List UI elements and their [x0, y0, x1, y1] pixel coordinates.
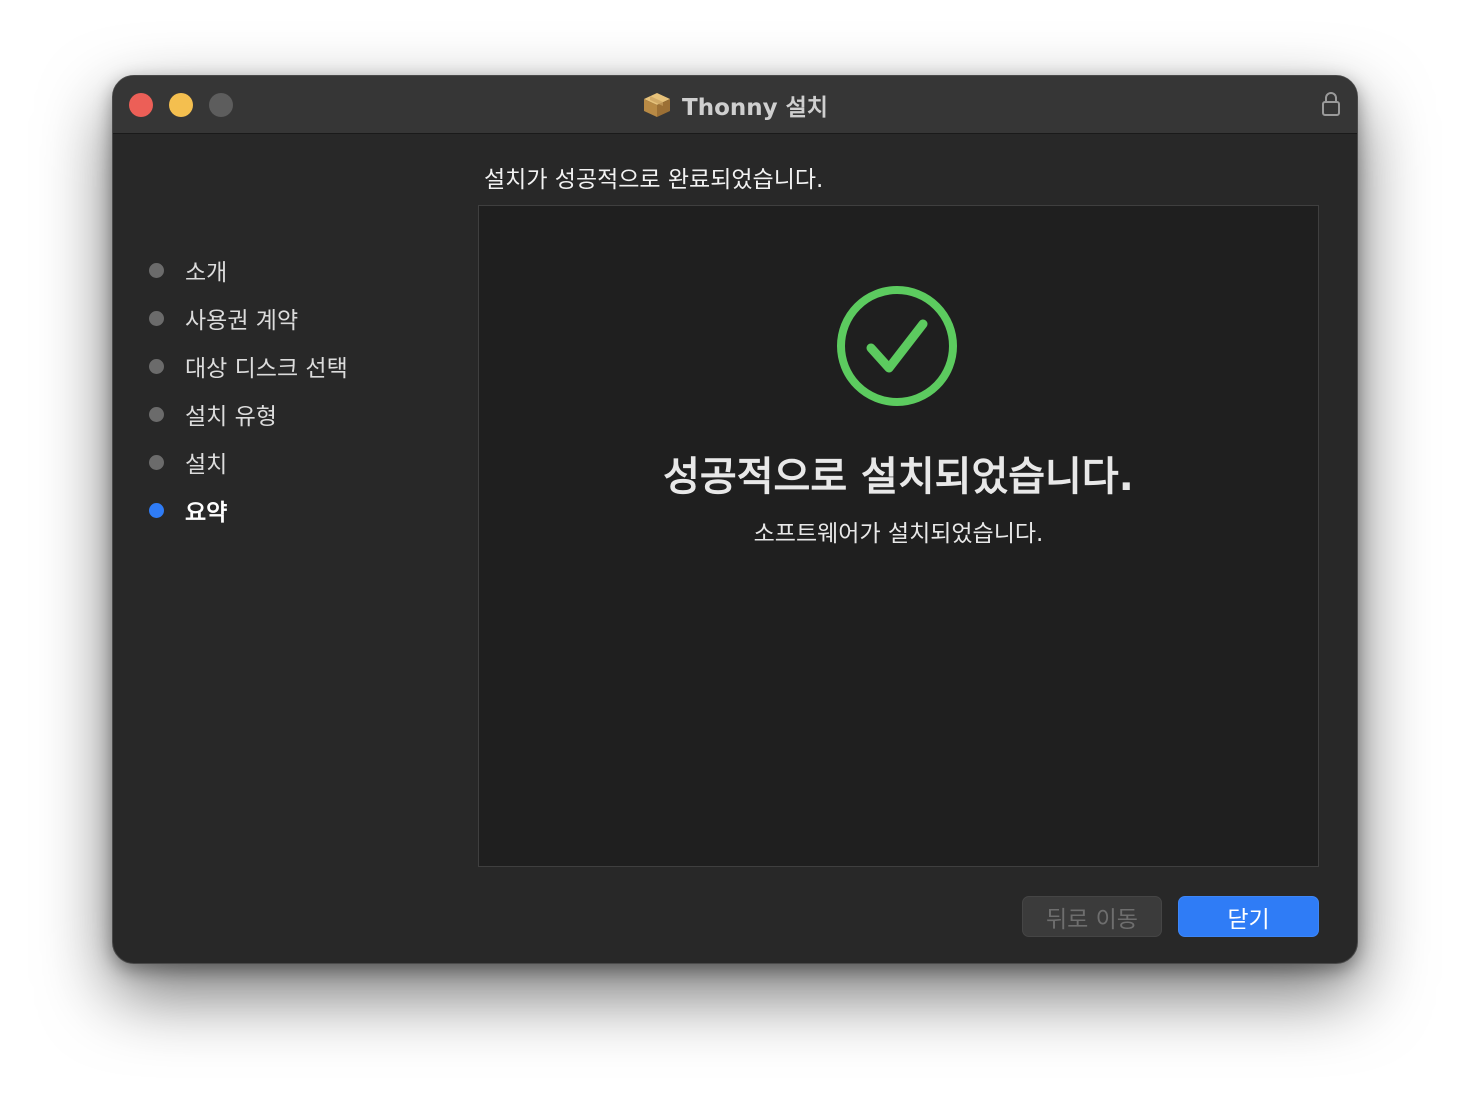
step-license: 사용권 계약: [149, 294, 348, 342]
step-label: 대상 디스크 선택: [185, 356, 348, 382]
window-title-area: Thonny 설치: [113, 76, 1357, 133]
step-label: 설치: [185, 452, 228, 478]
step-installation: 설치: [149, 438, 348, 486]
step-summary: 요약: [149, 486, 348, 534]
success-subtitle: 소프트웨어가 설치되었습니다.: [753, 521, 1044, 547]
step-introduction: 소개: [149, 246, 348, 294]
back-button-label: 뒤로 이동: [1046, 906, 1138, 933]
step-indicator-dot: [149, 262, 164, 278]
step-indicator-dot: [149, 358, 164, 374]
content-panel: 성공적으로 설치되었습니다. 소프트웨어가 설치되었습니다.: [478, 205, 1319, 867]
step-indicator-dot: [149, 454, 164, 470]
back-button[interactable]: 뒤로 이동: [1022, 896, 1162, 937]
step-label: 설치 유형: [185, 404, 277, 430]
installer-window: Thonny 설치 소개 사용권 계약 대상 디스크 선택 설치 유형 설치 요…: [112, 75, 1358, 964]
page-header: 설치가 성공적으로 완료되었습니다.: [484, 167, 824, 193]
step-destination: 대상 디스크 선택: [149, 342, 348, 390]
close-button[interactable]: 닫기: [1178, 896, 1319, 937]
step-label: 요약: [185, 500, 228, 526]
installer-steps-sidebar: 소개 사용권 계약 대상 디스크 선택 설치 유형 설치 요약: [149, 246, 348, 534]
title-bar: Thonny 설치: [113, 76, 1357, 134]
lock-icon: [1321, 91, 1341, 121]
package-installer-icon: [642, 91, 672, 119]
step-indicator-dot-active: [149, 502, 164, 518]
close-button-label: 닫기: [1227, 906, 1270, 933]
step-label: 사용권 계약: [185, 308, 299, 334]
step-indicator-dot: [149, 406, 164, 422]
success-title: 성공적으로 설치되었습니다.: [663, 454, 1134, 500]
step-label: 소개: [185, 260, 228, 286]
step-indicator-dot: [149, 310, 164, 326]
checkmark-circle-icon: [837, 286, 957, 406]
window-title: Thonny 설치: [682, 94, 828, 121]
step-installation-type: 설치 유형: [149, 390, 348, 438]
